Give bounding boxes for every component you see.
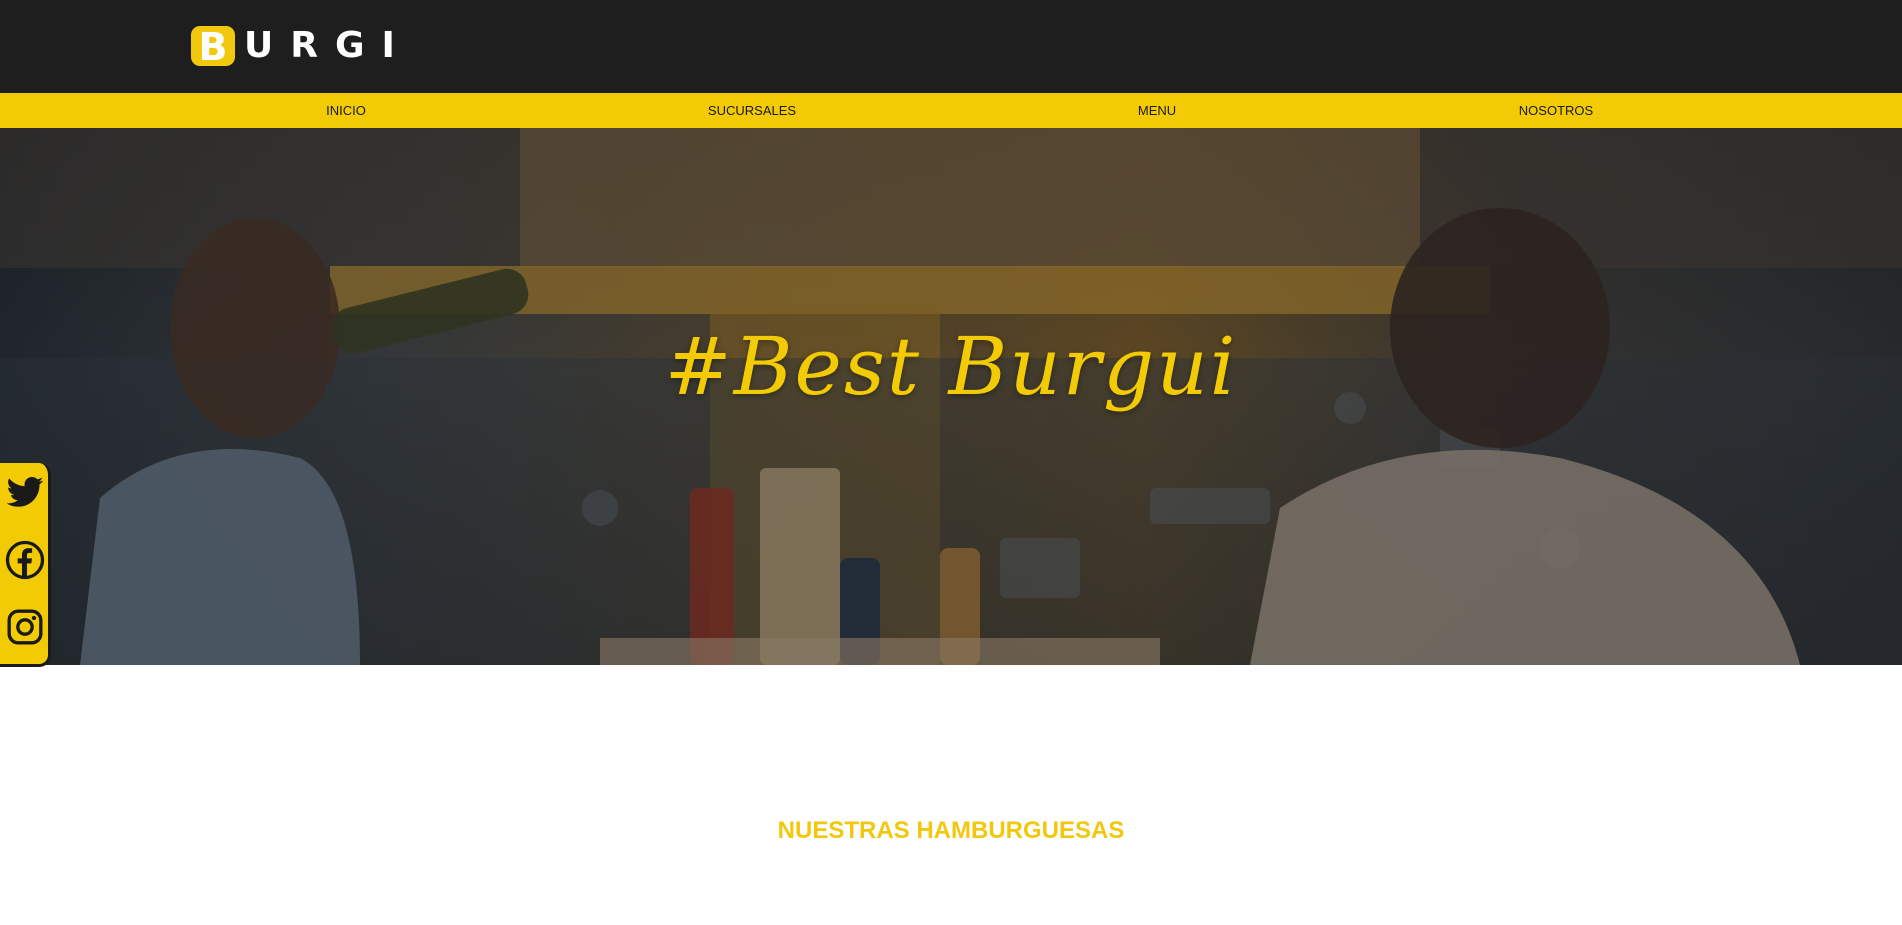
nav-menu[interactable]: MENU xyxy=(1138,93,1176,128)
logo-wordmark: URGI xyxy=(244,25,412,66)
logo-initial: B xyxy=(198,24,228,69)
main-nav: INICIO SUCURSALES MENU NOSOTROS xyxy=(0,93,1902,128)
site-header: B URGI xyxy=(0,0,1902,93)
nav-nosotros[interactable]: NOSOTROS xyxy=(1519,93,1593,128)
brand-logo[interactable]: B URGI xyxy=(191,26,412,66)
section-title-burgers: NUESTRAS HAMBURGUESAS xyxy=(777,817,1125,844)
twitter-icon[interactable] xyxy=(5,472,45,512)
social-sidebar xyxy=(0,463,51,667)
facebook-icon[interactable] xyxy=(5,540,45,580)
nav-inicio[interactable]: INICIO xyxy=(326,93,366,128)
instagram-icon[interactable] xyxy=(5,607,45,647)
hero-title: #Best Burgui xyxy=(664,320,1238,413)
hero-banner: #Best Burgui xyxy=(0,128,1902,665)
logo-badge: B xyxy=(191,26,235,66)
nav-sucursales[interactable]: SUCURSALES xyxy=(708,93,796,128)
